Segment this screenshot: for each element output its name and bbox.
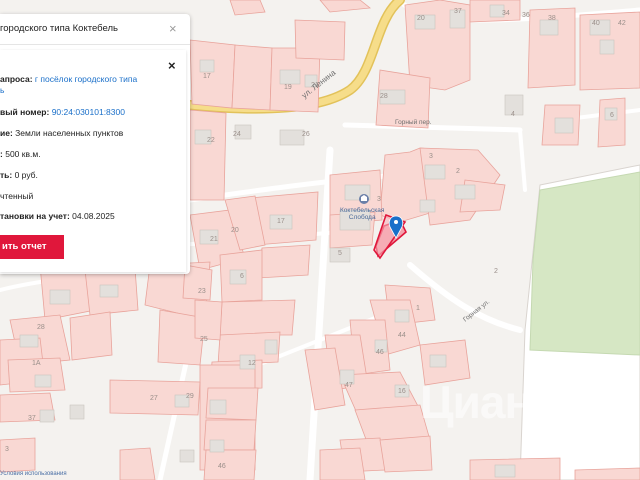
house-number: 29: [186, 393, 194, 400]
category-row: ие: Земли населенных пунктов: [0, 128, 123, 138]
card-title: городского типа Коктебель: [0, 23, 118, 34]
house-number: 12: [248, 360, 256, 367]
cadastral-row: вый номер: 90:24:030101:8300: [0, 107, 125, 117]
cost-row: ть: 0 руб.: [0, 170, 38, 180]
house-number: 28: [37, 324, 45, 331]
house-number: 21: [210, 236, 218, 243]
cadastral-number[interactable]: 90:24:030101:8300: [52, 107, 125, 117]
request-label: апроса:: [0, 74, 33, 84]
close-icon[interactable]: ×: [169, 22, 177, 35]
house-number: 22: [207, 137, 215, 144]
house-number: 6: [240, 273, 244, 280]
terms-link[interactable]: Условия использования: [0, 471, 67, 477]
house-number: 44: [398, 332, 406, 339]
poi-name-line2: Слобода: [348, 214, 376, 221]
house-number: 34: [502, 10, 510, 17]
house-number: 37: [454, 8, 462, 15]
watermark-logo: Циан: [420, 376, 532, 428]
area-row: : 500 кв.м.: [0, 149, 41, 159]
house-number: 2: [494, 268, 498, 275]
request-value-cont[interactable]: ь: [0, 85, 4, 95]
house-number: 25: [200, 336, 208, 343]
house-number: 5: [338, 250, 342, 257]
house-number: 6: [610, 112, 614, 119]
house-number: 46: [376, 349, 384, 356]
house-number: 20: [417, 15, 425, 22]
house-number: 37: [28, 415, 36, 422]
house-number: 40: [592, 20, 600, 27]
street-label-gorny-per: Горный пер.: [395, 119, 432, 126]
category-value: Земли населенных пунктов: [15, 128, 124, 138]
status-value: чтенный: [0, 191, 34, 201]
parcel-details-card: × апроса: г посёлок городского типа ь вы…: [0, 50, 186, 272]
house-number: 17: [277, 218, 285, 225]
request-row: апроса: г посёлок городского типа: [0, 74, 137, 84]
hotel-poi-icon[interactable]: [359, 194, 369, 204]
status-row: чтенный: [0, 191, 33, 201]
house-number: 4: [511, 111, 515, 118]
house-number: 42: [618, 20, 626, 27]
get-report-button[interactable]: ить отчет: [0, 235, 64, 259]
close-details-icon[interactable]: ×: [168, 59, 176, 72]
card-header: городского типа Коктебель ×: [0, 14, 190, 45]
house-number: 17: [203, 73, 211, 80]
house-number: 24: [233, 131, 241, 138]
cadastral-label: вый номер:: [0, 107, 50, 117]
house-number: 1: [416, 305, 420, 312]
house-number: 46: [218, 463, 226, 470]
area-value: 500 кв.м.: [5, 149, 41, 159]
house-number: 3: [429, 153, 433, 160]
house-number: 28: [380, 93, 388, 100]
reg-date-value: 04.08.2025: [72, 211, 115, 221]
reg-date-label: тановки на учет:: [0, 211, 70, 221]
category-label: ие:: [0, 128, 13, 138]
house-number: 3: [377, 196, 381, 203]
house-number: 2: [456, 168, 460, 175]
request-row-cont: ь: [0, 85, 4, 95]
cost-value: 0 руб.: [14, 170, 38, 180]
poi-name-line1: Коктебельская: [340, 207, 385, 214]
poi-name[interactable]: Коктебельская Слобода: [340, 207, 384, 221]
house-number: 26: [302, 131, 310, 138]
house-number: 38: [548, 15, 556, 22]
area-label: :: [0, 149, 3, 159]
house-number: 16: [398, 388, 406, 395]
green-field: [529, 171, 640, 356]
house-number: 23: [198, 288, 206, 295]
house-number: 19: [284, 84, 292, 91]
house-number: 36: [522, 12, 530, 19]
house-number: 27: [150, 395, 158, 402]
house-number: 3: [5, 446, 9, 453]
house-number: 1А: [32, 360, 41, 367]
reg-date-row: тановки на учет: 04.08.2025: [0, 211, 115, 221]
cost-label: ть:: [0, 170, 13, 180]
request-value[interactable]: г посёлок городского типа: [35, 74, 137, 84]
house-number: 20: [231, 227, 239, 234]
house-number: 47: [345, 382, 353, 389]
